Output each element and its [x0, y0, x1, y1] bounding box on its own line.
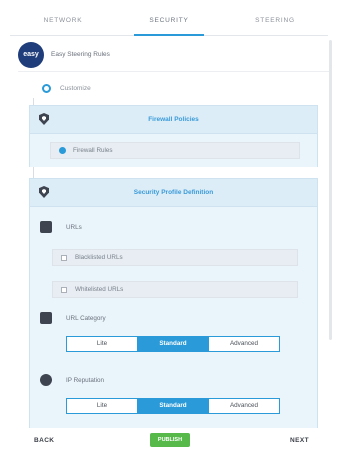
reputation-shield-icon: [40, 374, 52, 386]
back-button[interactable]: BACK: [34, 437, 54, 444]
url-category-selector: Lite Standard Advanced: [66, 336, 280, 352]
tab-bar: NETWORK SECURITY STEERING: [10, 10, 328, 36]
tab-network[interactable]: NETWORK: [10, 10, 116, 35]
customize-label: Customize: [60, 85, 91, 92]
urls-label: URLs: [66, 224, 82, 231]
easy-logo: easy: [18, 41, 44, 68]
blacklisted-urls-item[interactable]: Blacklisted URLs: [52, 249, 298, 266]
url-category-advanced[interactable]: Advanced: [208, 337, 279, 351]
next-button[interactable]: NEXT: [290, 437, 309, 444]
url-filter-icon: [40, 221, 52, 233]
whitelisted-urls-label: Whitelisted URLs: [75, 286, 124, 293]
firewall-section-title: Firewall Policies: [148, 116, 199, 123]
ip-reputation-advanced[interactable]: Advanced: [208, 399, 279, 413]
blacklisted-urls-label: Blacklisted URLs: [75, 254, 123, 261]
ip-reputation-label: IP Reputation: [66, 377, 105, 384]
category-icon: [40, 312, 52, 324]
security-section: Security Profile Definition: [29, 178, 318, 428]
tab-steering[interactable]: STEERING: [222, 10, 328, 35]
scrollbar[interactable]: [329, 40, 332, 340]
url-category-label: URL Category: [66, 315, 106, 322]
ip-reputation-selector: Lite Standard Advanced: [66, 398, 280, 414]
firewall-section-header[interactable]: Firewall Policies: [30, 106, 317, 134]
url-category-standard[interactable]: Standard: [137, 337, 208, 351]
security-section-header[interactable]: Security Profile Definition: [30, 179, 317, 207]
radio-dot-icon: [59, 147, 66, 154]
publish-button[interactable]: PUBLISH: [150, 433, 190, 447]
list-icon: [61, 254, 67, 261]
tab-security[interactable]: SECURITY: [116, 10, 222, 36]
radio-ring-icon: [42, 84, 51, 93]
footer-bar: BACK PUBLISH NEXT: [0, 428, 338, 456]
firewall-rules-item[interactable]: Firewall Rules: [50, 142, 300, 159]
list-icon: [61, 286, 67, 293]
firewall-rules-label: Firewall Rules: [73, 147, 113, 154]
ip-reputation-standard[interactable]: Standard: [137, 399, 208, 413]
rule-name: Easy Steering Rules: [51, 51, 110, 58]
url-category-lite[interactable]: Lite: [67, 337, 137, 351]
ip-reputation-lite[interactable]: Lite: [67, 399, 137, 413]
customize-row[interactable]: Customize: [42, 84, 91, 93]
rule-header: easy Easy Steering Rules: [18, 38, 330, 72]
whitelisted-urls-item[interactable]: Whitelisted URLs: [52, 281, 298, 298]
security-section-title: Security Profile Definition: [133, 189, 214, 196]
